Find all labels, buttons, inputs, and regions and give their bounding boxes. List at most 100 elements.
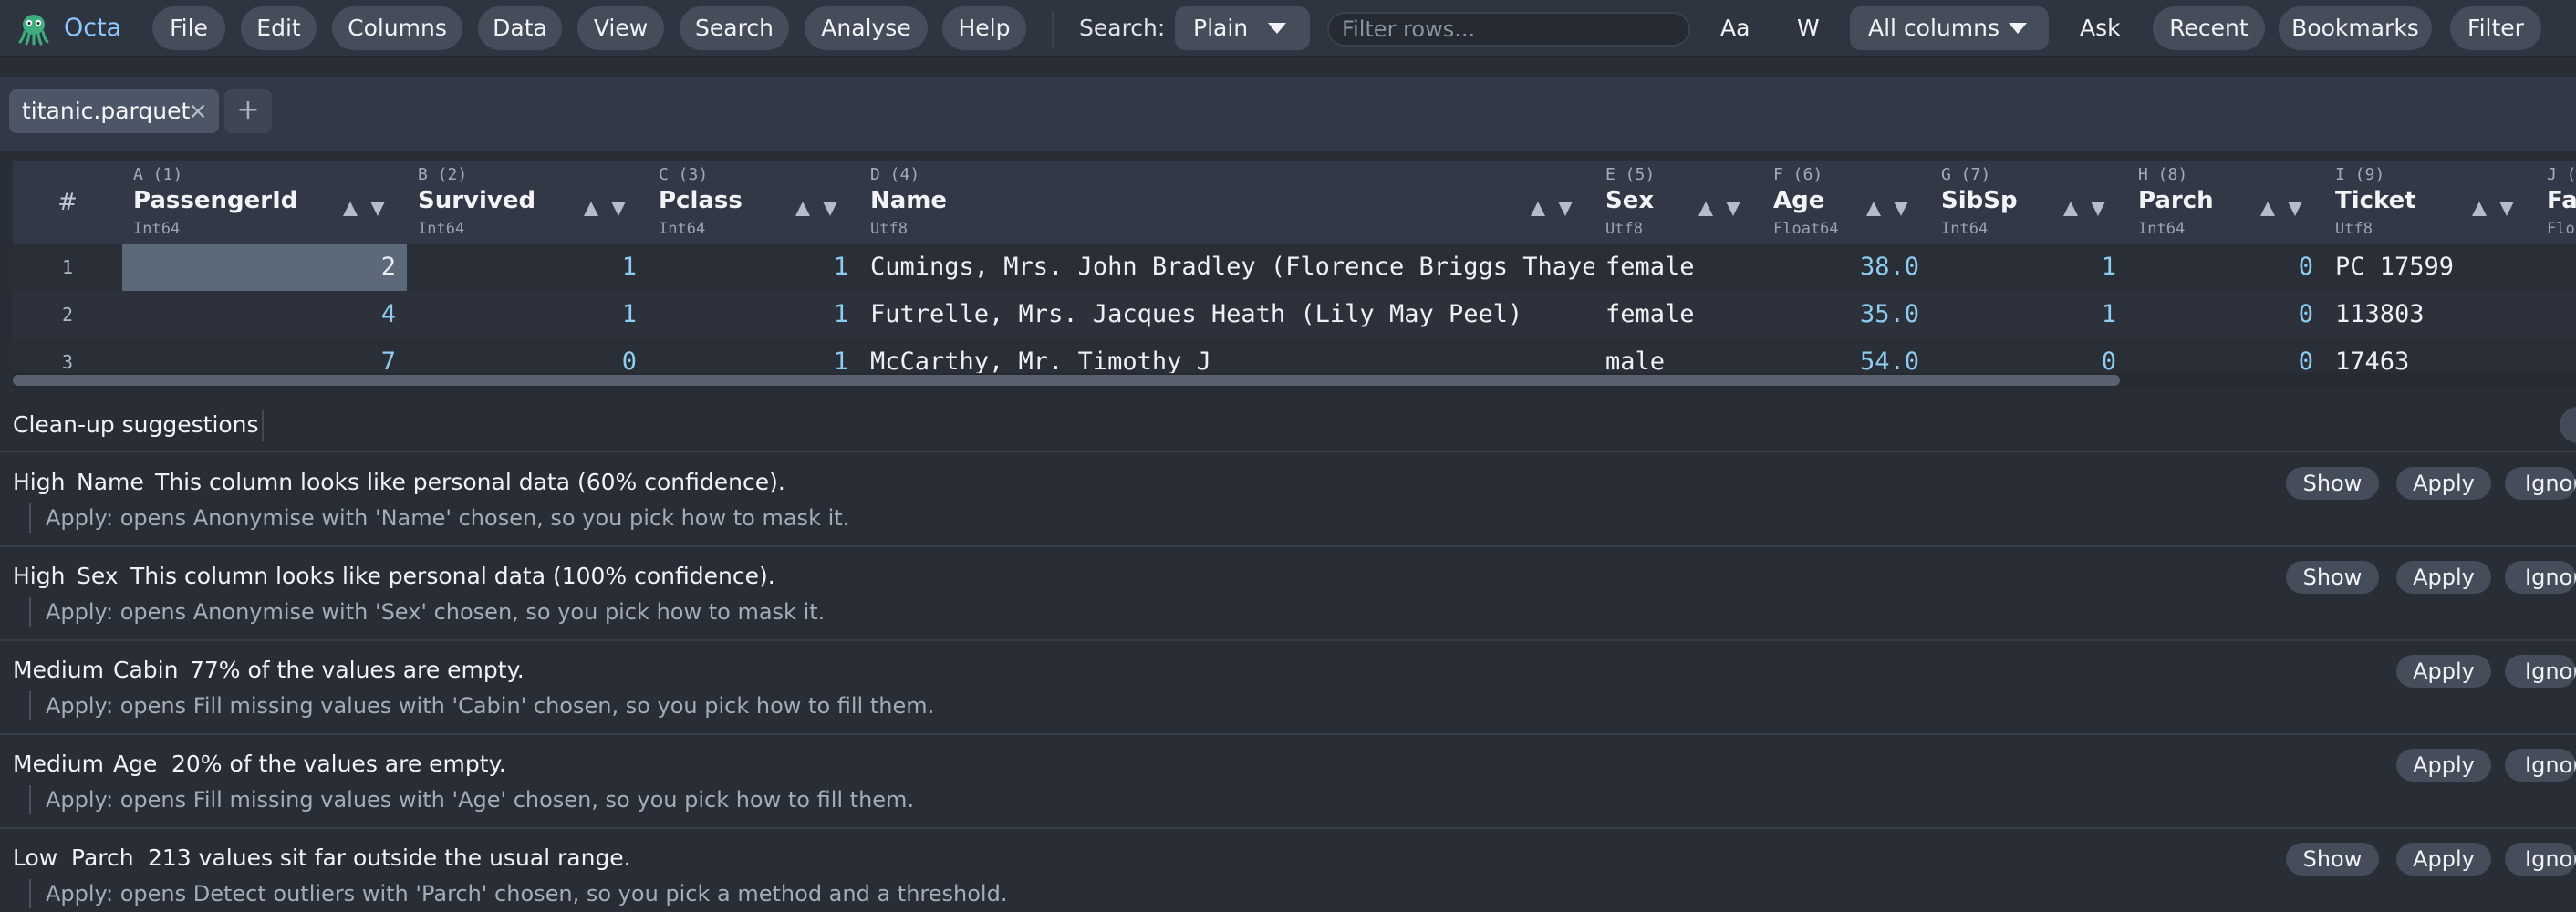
scrollbar-thumb[interactable] xyxy=(13,375,2120,386)
sort-descending-icon[interactable] xyxy=(1726,202,1740,216)
ignore-button[interactable]: Ignore xyxy=(2505,843,2576,876)
sort-descending-icon[interactable] xyxy=(823,202,837,216)
column-header-age[interactable]: F (6) Age Float64 xyxy=(1762,161,1930,244)
column-sort-controls xyxy=(343,202,389,222)
recent-button[interactable]: Recent xyxy=(2153,6,2265,50)
sort-descending-icon[interactable] xyxy=(2499,202,2514,216)
sort-descending-icon[interactable] xyxy=(2288,202,2302,216)
menu-view[interactable]: View xyxy=(577,6,664,50)
column-header-parch[interactable]: H (8) Parch Int64 xyxy=(2127,161,2324,244)
hint-divider xyxy=(29,691,31,720)
show-button[interactable]: Show xyxy=(2286,843,2379,876)
menu-analyse[interactable]: Analyse xyxy=(805,6,928,50)
sort-ascending-icon[interactable] xyxy=(584,202,598,216)
grid-cell[interactable]: 4 xyxy=(122,291,407,338)
grid-cell[interactable]: female xyxy=(1594,291,1762,338)
menu-data[interactable]: Data xyxy=(478,6,562,50)
search-mode-dropdown[interactable]: Plain xyxy=(1175,6,1310,50)
sort-ascending-icon[interactable] xyxy=(1866,202,1881,216)
data-grid: # A (1) PassengerId Int64 B (2) Survived… xyxy=(13,161,2576,388)
column-name: Pclass xyxy=(659,187,743,214)
search-scope-dropdown[interactable]: All columns xyxy=(1850,6,2049,50)
table-row[interactable]: 1 2 1 1 Cumings, Mrs. John Bradley (Flor… xyxy=(13,244,2576,291)
column-header-sibsp[interactable]: G (7) SibSp Int64 xyxy=(1930,161,2127,244)
grid-cell[interactable]: 1 xyxy=(648,291,859,338)
suggestion-item: Medium Cabin 77% of the values are empty… xyxy=(0,642,2576,735)
grid-cell[interactable]: female xyxy=(1594,244,1762,291)
sort-ascending-icon[interactable] xyxy=(343,202,358,216)
grid-cell[interactable]: 113803 xyxy=(2324,291,2536,338)
column-header-ticket[interactable]: I (9) Ticket Utf8 xyxy=(2324,161,2536,244)
grid-cell[interactable]: 1 xyxy=(1930,244,2127,291)
grid-cell[interactable]: Futrelle, Mrs. Jacques Heath (Lily May P… xyxy=(859,291,1594,338)
sort-ascending-icon[interactable] xyxy=(1698,202,1713,216)
show-button[interactable]: Show xyxy=(2286,561,2379,594)
grid-cell[interactable]: 0 xyxy=(2127,291,2324,338)
match-case-toggle[interactable]: Aa xyxy=(1711,6,1762,50)
show-button[interactable]: Show xyxy=(2286,467,2379,500)
grid-cell-selected[interactable]: 2 xyxy=(122,244,407,291)
sort-descending-icon[interactable] xyxy=(1558,202,1573,216)
grid-cell[interactable]: 35.0 xyxy=(1762,291,1930,338)
apply-button[interactable]: Apply xyxy=(2396,561,2491,594)
apply-button[interactable]: Apply xyxy=(2396,749,2491,782)
sort-ascending-icon[interactable] xyxy=(2063,202,2078,216)
ask-button[interactable]: Ask xyxy=(2071,6,2131,50)
horizontal-scrollbar[interactable] xyxy=(13,373,2576,388)
close-icon[interactable]: × xyxy=(188,89,208,133)
column-type: Int64 xyxy=(2138,220,2186,238)
grid-cell[interactable]: 1 xyxy=(1930,291,2127,338)
bookmarks-button[interactable]: Bookmarks xyxy=(2279,6,2432,50)
column-header-name[interactable]: D (4) Name Utf8 xyxy=(859,161,1594,244)
sort-ascending-icon[interactable] xyxy=(2472,202,2487,216)
filter-button[interactable]: Filter xyxy=(2450,6,2541,50)
grid-cell[interactable]: PC 17599 xyxy=(2324,244,2536,291)
grid-cell[interactable]: 1 xyxy=(407,244,648,291)
table-row[interactable]: 2 4 1 1 Futrelle, Mrs. Jacques Heath (Li… xyxy=(13,291,2576,338)
grid-cell[interactable]: Cumings, Mrs. John Bradley (Florence Bri… xyxy=(859,244,1594,291)
menu-search[interactable]: Search xyxy=(680,6,789,50)
suggestion-item: High Sex This column looks like personal… xyxy=(0,548,2576,641)
ignore-button[interactable]: Ignore xyxy=(2505,561,2576,594)
column-name: Far xyxy=(2547,187,2576,214)
column-type: Int64 xyxy=(659,220,706,238)
grid-cell[interactable]: 1 xyxy=(407,291,648,338)
whole-word-toggle[interactable]: W xyxy=(1788,6,1828,50)
severity-badge: Medium xyxy=(13,751,104,777)
column-header-fare[interactable]: J ( Far Flo xyxy=(2536,161,2576,244)
add-tab-button[interactable]: + xyxy=(224,89,272,133)
grid-cell[interactable]: 38.0 xyxy=(1762,244,1930,291)
sort-descending-icon[interactable] xyxy=(611,202,626,216)
app-name: Octa xyxy=(64,14,122,42)
panel-toggle[interactable] xyxy=(2560,407,2576,443)
file-tab[interactable]: titanic.parquet × xyxy=(9,89,219,133)
menu-edit[interactable]: Edit xyxy=(241,6,317,50)
menu-help[interactable]: Help xyxy=(942,6,1026,50)
column-header-pclass[interactable]: C (3) Pclass Int64 xyxy=(648,161,859,244)
column-type: Utf8 xyxy=(1605,220,1643,238)
apply-button[interactable]: Apply xyxy=(2396,467,2491,500)
column-header-survived[interactable]: B (2) Survived Int64 xyxy=(407,161,648,244)
sort-ascending-icon[interactable] xyxy=(795,202,810,216)
ignore-button[interactable]: Ignore xyxy=(2505,749,2576,782)
apply-button[interactable]: Apply xyxy=(2396,843,2491,876)
menu-file[interactable]: File xyxy=(152,6,225,50)
apply-button[interactable]: Apply xyxy=(2396,655,2491,688)
sort-descending-icon[interactable] xyxy=(1894,202,1908,216)
column-letter: E (5) xyxy=(1605,165,1656,184)
filter-rows-input[interactable] xyxy=(1327,12,1690,47)
column-header-sex[interactable]: E (5) Sex Utf8 xyxy=(1594,161,1762,244)
sort-ascending-icon[interactable] xyxy=(1531,202,1545,216)
suggestion-hint: Apply: opens Detect outliers with 'Parch… xyxy=(46,881,1008,907)
file-tab-label: titanic.parquet xyxy=(22,98,191,124)
grid-cell[interactable]: 1 xyxy=(648,244,859,291)
sort-descending-icon[interactable] xyxy=(370,202,385,216)
ignore-button[interactable]: Ignore xyxy=(2505,467,2576,500)
sort-descending-icon[interactable] xyxy=(2091,202,2105,216)
column-header-passengerid[interactable]: A (1) PassengerId Int64 xyxy=(122,161,407,244)
menu-columns[interactable]: Columns xyxy=(332,6,462,50)
ignore-button[interactable]: Ignore xyxy=(2505,655,2576,688)
row-number: 2 xyxy=(61,304,74,326)
grid-cell[interactable]: 0 xyxy=(2127,244,2324,291)
sort-ascending-icon[interactable] xyxy=(2260,202,2275,216)
